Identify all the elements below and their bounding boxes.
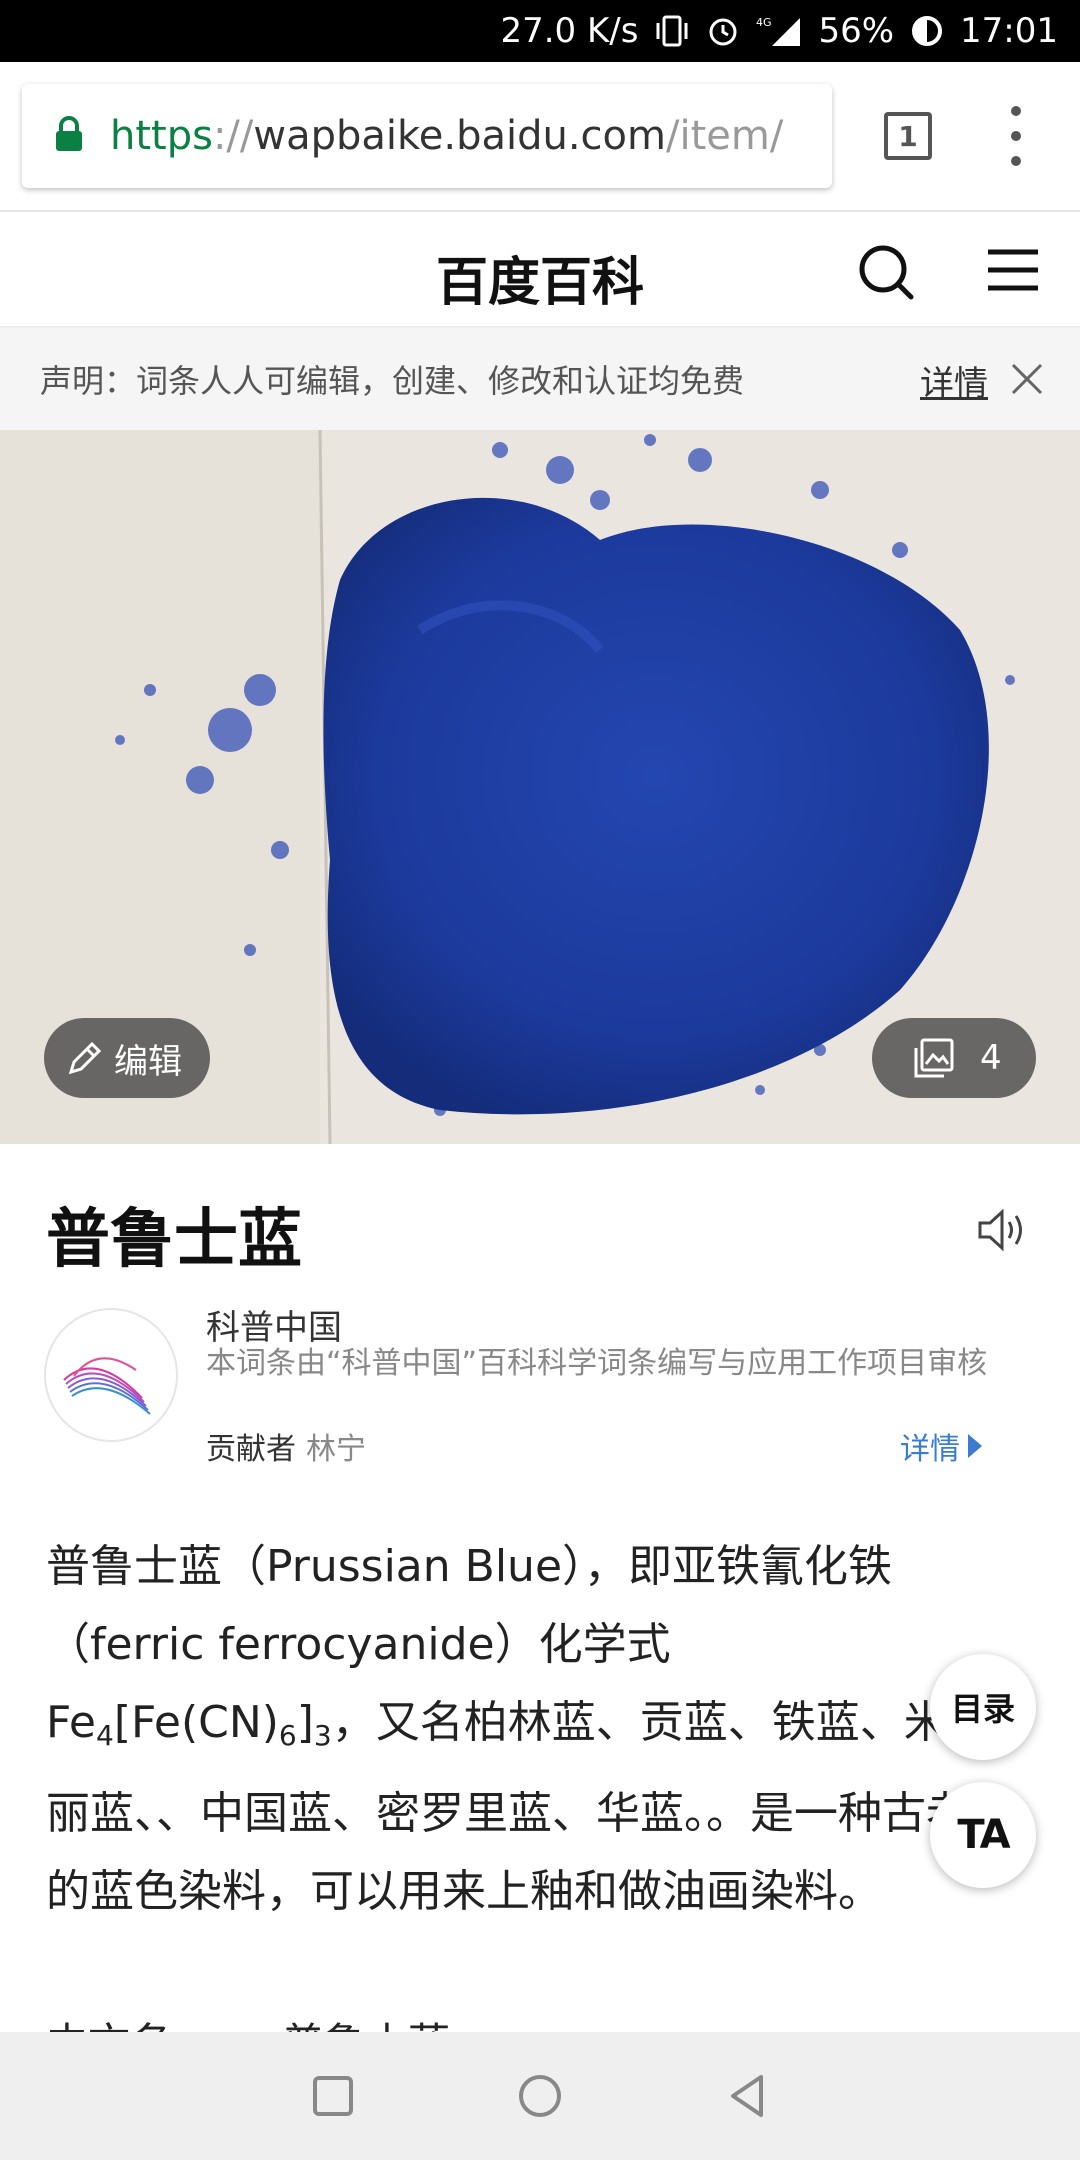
gallery-button[interactable]: 4 <box>872 1018 1036 1098</box>
gallery-icon <box>914 1038 954 1078</box>
network-speed: 27.0 K/s <box>500 11 639 51</box>
site-header: 百度百科 <box>0 212 1080 328</box>
address-bar[interactable]: https://wapbaike.baidu.com/item/ <box>22 84 832 188</box>
toc-button[interactable]: 目录 <box>930 1654 1036 1760</box>
tab-switcher-button[interactable]: 1 <box>884 112 932 160</box>
browser-toolbar: https://wapbaike.baidu.com/item/ 1 <box>0 62 1080 212</box>
home-button[interactable] <box>515 2071 565 2121</box>
speaker-icon[interactable] <box>976 1206 1028 1254</box>
ta-button[interactable]: TA <box>930 1782 1036 1888</box>
edit-label: 编辑 <box>114 1041 182 1082</box>
kepu-logo <box>44 1308 178 1442</box>
clock: 17:01 <box>960 11 1058 51</box>
disclaimer-text: 声明：词条人人可编辑，创建、修改和认证均免费 <box>40 362 745 400</box>
contributor: 贡献者 林宁 <box>206 1432 366 1467</box>
authority-description: 本词条由“科普中国”百科科学词条编写与应用工作项目审核 <box>206 1346 988 1381</box>
entry-summary: 普鲁士蓝（Prussian Blue），即亚铁氰化铁（ferric ferroc… <box>46 1541 992 1917</box>
search-icon[interactable] <box>858 244 914 300</box>
contributor-name[interactable]: 林宁 <box>306 1432 366 1467</box>
recents-button[interactable] <box>308 2071 358 2121</box>
entry-image[interactable]: 编辑 4 <box>0 430 1080 1144</box>
close-icon[interactable] <box>1010 362 1044 396</box>
back-button[interactable] <box>722 2071 772 2121</box>
system-nav-bar <box>0 2032 1080 2160</box>
alarm-icon <box>706 14 740 48</box>
chevron-right-icon <box>968 1434 982 1458</box>
authority-block: 科普中国 本词条由“科普中国”百科科学词条编写与应用工作项目审核 贡献者 林宁 详… <box>44 1300 1044 1470</box>
authority-name: 科普中国 <box>206 1308 342 1348</box>
status-bar: 27.0 K/s 4G 56% 17:01 <box>0 0 1080 62</box>
image-count: 4 <box>980 1038 1002 1078</box>
edit-button[interactable]: 编辑 <box>44 1018 210 1098</box>
entry-title: 普鲁士蓝 <box>46 1203 302 1277</box>
hamburger-menu-icon[interactable] <box>986 246 1040 294</box>
site-title[interactable]: 百度百科 <box>0 240 1080 315</box>
lock-icon <box>54 116 84 156</box>
signal-icon: 4G <box>756 14 802 48</box>
battery-icon <box>910 14 944 48</box>
svg-text:4G: 4G <box>756 16 772 29</box>
disclaimer-banner: 声明：词条人人可编辑，创建、修改和认证均免费 详情 <box>0 328 1080 430</box>
browser-menu-icon[interactable] <box>1006 106 1026 166</box>
disclaimer-detail-link[interactable]: 详情 <box>920 356 988 405</box>
vibrate-icon <box>654 14 690 48</box>
pencil-icon <box>68 1041 102 1075</box>
url-text: https://wapbaike.baidu.com/item/ <box>110 113 784 159</box>
authority-detail-link[interactable]: 详情 <box>900 1424 982 1468</box>
battery-percent: 56% <box>818 11 895 51</box>
